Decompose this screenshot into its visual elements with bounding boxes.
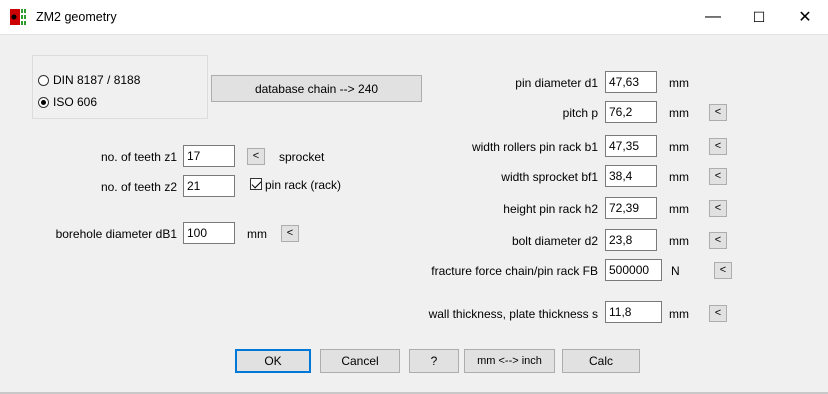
pitch-button[interactable]: < xyxy=(709,104,727,121)
height-pin-rack-unit: mm xyxy=(669,202,689,216)
width-sprocket-input[interactable]: 38,4 xyxy=(605,165,657,187)
borehole-unit: mm xyxy=(247,227,267,241)
teeth-z1-button[interactable]: < xyxy=(247,148,265,165)
standard-group xyxy=(32,55,208,119)
app-icon xyxy=(10,9,26,25)
radio-iso-label: ISO 606 xyxy=(53,95,98,109)
pin-diameter-input[interactable]: 47,63 xyxy=(605,71,657,93)
pin-diameter-label: pin diameter d1 xyxy=(515,76,598,90)
maximize-button[interactable]: ☐ xyxy=(736,0,782,34)
cancel-button[interactable]: Cancel xyxy=(320,349,400,373)
bolt-diameter-unit: mm xyxy=(669,234,689,248)
pitch-input[interactable]: 76,2 xyxy=(605,101,657,123)
fracture-force-unit: N xyxy=(671,264,680,278)
borehole-label: borehole diameter dB1 xyxy=(55,227,177,241)
bolt-diameter-label: bolt diameter d2 xyxy=(511,234,598,248)
fracture-force-label: fracture force chain/pin rack FB xyxy=(431,264,598,278)
width-rollers-input[interactable]: 47,35 xyxy=(605,135,657,157)
pitch-unit: mm xyxy=(669,106,689,120)
teeth-z1-unit: sprocket xyxy=(279,150,325,164)
bolt-diameter-button[interactable]: < xyxy=(709,232,727,249)
height-pin-rack-input[interactable]: 72,39 xyxy=(605,197,657,219)
wall-thickness-label: wall thickness, plate thickness s xyxy=(428,307,598,321)
teeth-z1-input[interactable]: 17 xyxy=(183,145,235,167)
width-rollers-unit: mm xyxy=(669,140,689,154)
wall-thickness-unit: mm xyxy=(669,307,689,321)
wall-thickness-input[interactable]: 11,8 xyxy=(605,301,662,323)
pin-rack-checkbox[interactable] xyxy=(250,178,262,190)
width-rollers-label: width rollers pin rack b1 xyxy=(471,140,598,154)
width-sprocket-button[interactable]: < xyxy=(709,168,727,185)
width-sprocket-label: width sprocket bf1 xyxy=(501,170,598,184)
fracture-force-button[interactable]: < xyxy=(714,262,732,279)
radio-din[interactable]: DIN 8187 / 8188 xyxy=(38,73,140,87)
teeth-z1-label: no. of teeth z1 xyxy=(100,150,177,164)
radio-iso-circle[interactable] xyxy=(38,96,49,108)
pin-diameter-unit: mm xyxy=(669,76,689,90)
radio-din-circle[interactable] xyxy=(38,74,49,86)
pitch-label: pitch p xyxy=(562,106,598,120)
teeth-z2-input[interactable]: 21 xyxy=(183,175,235,197)
help-button[interactable]: ? xyxy=(409,349,459,373)
radio-iso[interactable]: ISO 606 xyxy=(38,95,97,109)
window-title: ZM2 geometry xyxy=(36,10,117,24)
database-chain-button[interactable]: database chain --> 240 xyxy=(211,75,422,102)
radio-din-label: DIN 8187 / 8188 xyxy=(53,73,141,87)
height-pin-rack-button[interactable]: < xyxy=(709,200,727,217)
ok-button[interactable]: OK xyxy=(235,349,311,373)
borehole-button[interactable]: < xyxy=(281,225,299,242)
fracture-force-input[interactable]: 500000 xyxy=(605,259,662,281)
units-toggle-button[interactable]: mm <--> inch xyxy=(464,349,555,373)
wall-thickness-button[interactable]: < xyxy=(709,305,727,322)
borehole-input[interactable]: 100 xyxy=(183,222,235,244)
width-sprocket-unit: mm xyxy=(669,170,689,184)
height-pin-rack-label: height pin rack h2 xyxy=(503,202,598,216)
width-rollers-button[interactable]: < xyxy=(709,138,727,155)
calc-button[interactable]: Calc xyxy=(562,349,640,373)
bolt-diameter-input[interactable]: 23,8 xyxy=(605,229,657,251)
teeth-z2-label: no. of teeth z2 xyxy=(100,180,177,194)
pin-rack-label: pin rack (rack) xyxy=(265,178,342,192)
minimize-button[interactable]: — xyxy=(690,0,736,34)
close-button[interactable]: ✕ xyxy=(782,0,828,34)
